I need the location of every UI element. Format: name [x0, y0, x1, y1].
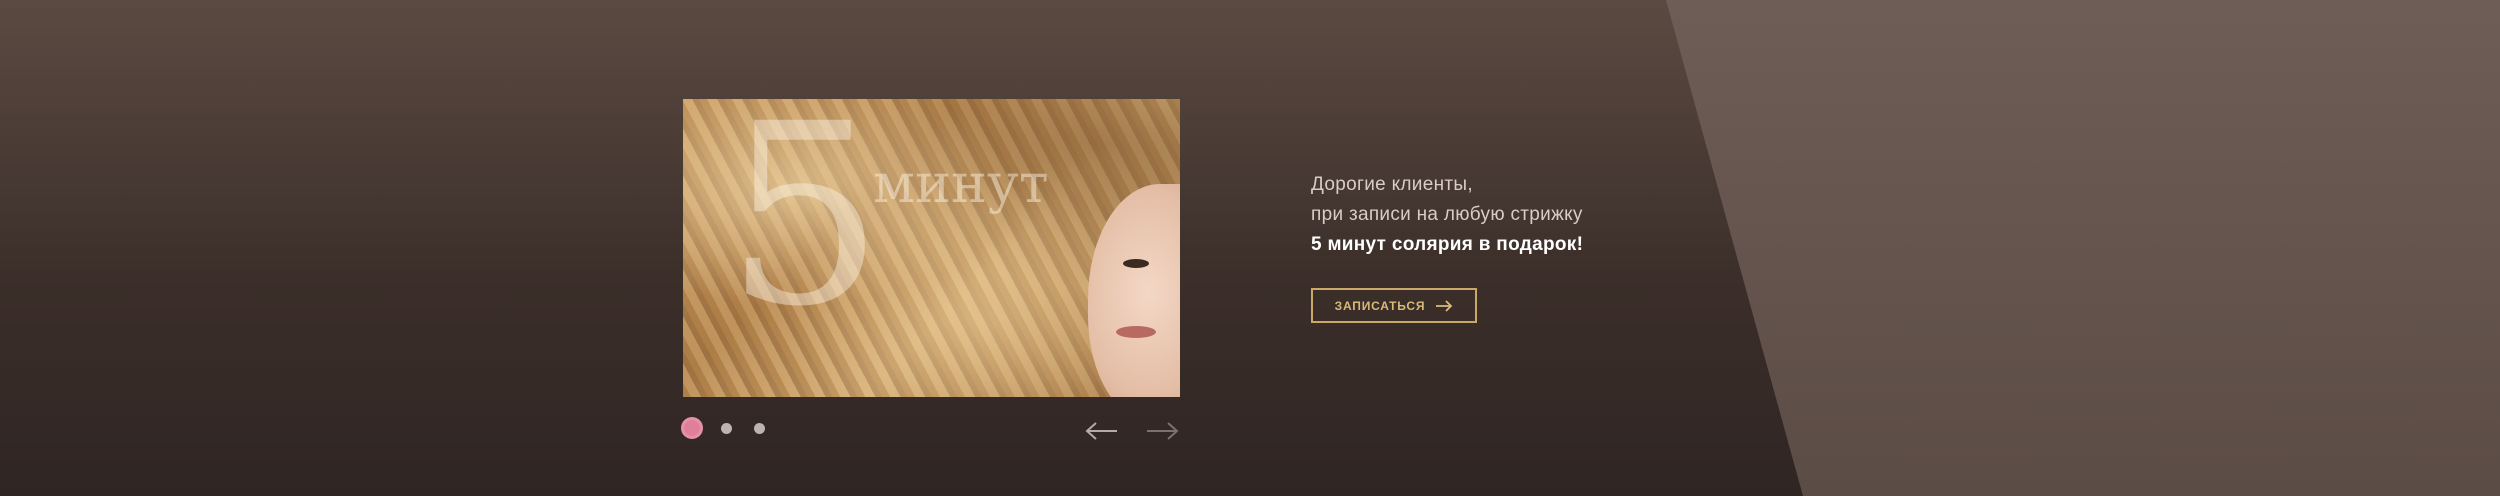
slider-image: 5 минут — [683, 99, 1180, 397]
book-button-label: ЗАПИСАТЬСЯ — [1334, 298, 1426, 313]
book-button[interactable]: ЗАПИСАТЬСЯ — [1311, 288, 1477, 323]
model-lips — [1116, 326, 1156, 338]
slider-next-button[interactable] — [1144, 420, 1180, 442]
slider-prev-button[interactable] — [1084, 420, 1120, 442]
slide-number-text: 5 — [725, 99, 885, 361]
promo-condition: при записи на любую стрижку — [1311, 204, 1583, 225]
arrow-left-icon — [1085, 422, 1117, 440]
promo-text: Дорогие клиенты, при записи на любую стр… — [1311, 170, 1731, 260]
background-accent-panel — [1666, 0, 2500, 496]
arrow-right-icon — [1436, 299, 1453, 312]
model-eye-left — [1123, 259, 1149, 268]
slider-dot-2[interactable] — [721, 423, 732, 434]
promo-offer: 5 минут солярия в подарок! — [1311, 234, 1584, 255]
slider-dot-1[interactable] — [681, 417, 703, 439]
slide-word-text: минут — [873, 152, 1049, 215]
promo-greeting: Дорогие клиенты, — [1311, 174, 1473, 195]
arrow-right-icon — [1147, 422, 1179, 440]
slider-dot-3[interactable] — [754, 423, 765, 434]
model-face — [1088, 184, 1180, 397]
